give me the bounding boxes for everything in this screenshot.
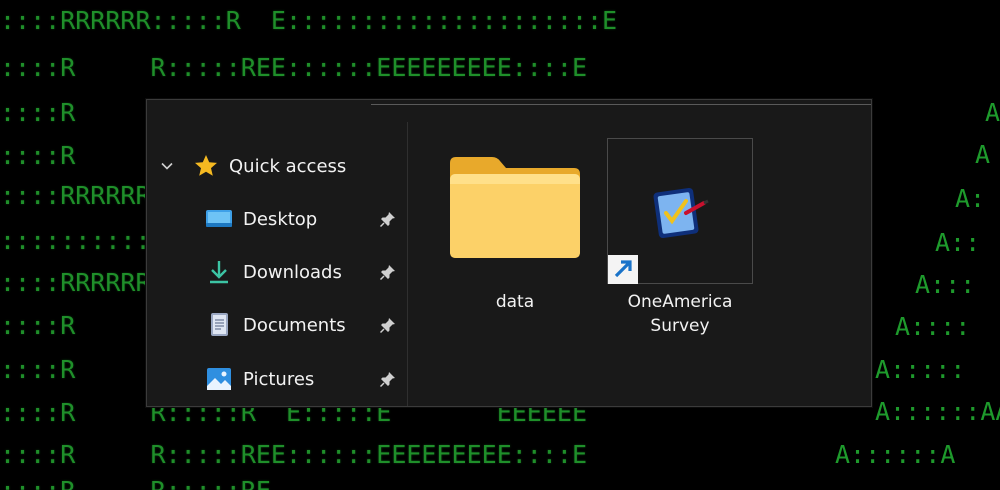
chevron-down-icon[interactable] — [159, 158, 175, 174]
file-explorer-window: Quick access Desktop Downloads Documents… — [146, 99, 872, 407]
matrix-row: ::::RRRRRR:::::R E:::::::::::::::::::::E — [0, 6, 618, 35]
matrix-row: ::::R R:::::REE::::::EEEEEEEEE::::E — [0, 440, 587, 469]
pin-icon[interactable] — [379, 263, 397, 281]
pin-icon[interactable] — [379, 316, 397, 334]
file-name: data — [495, 292, 535, 312]
nav-item-label: Desktop — [243, 208, 318, 230]
nav-item-downloads[interactable]: Downloads — [147, 252, 407, 292]
nav-quick-access-label: Quick access — [229, 155, 347, 177]
nav-item-label: Downloads — [243, 261, 342, 283]
document-icon — [205, 312, 231, 338]
matrix-right-row: A::::: — [875, 355, 966, 384]
nav-quick-access[interactable]: Quick access — [147, 146, 407, 186]
navigation-pane: Quick access Desktop Downloads Documents… — [147, 100, 407, 406]
pin-icon[interactable] — [379, 210, 397, 228]
survey-shortcut-icon — [607, 138, 753, 284]
download-arrow-icon — [205, 259, 231, 285]
matrix-row: ::::R R:::::RE — [0, 478, 271, 490]
nav-item-pictures[interactable]: Pictures — [147, 359, 407, 399]
matrix-right-row: A — [985, 98, 1000, 127]
matrix-right-row: A::: — [915, 270, 976, 299]
file-name-line: Survey — [650, 316, 710, 336]
file-item-oneamerica-survey[interactable]: OneAmerica Survey — [607, 138, 753, 338]
star-icon — [193, 153, 219, 179]
matrix-right-row: A:::: — [895, 312, 971, 341]
matrix-right-row: A — [975, 140, 991, 169]
nav-item-documents[interactable]: Documents — [147, 305, 407, 345]
pin-icon[interactable] — [379, 370, 397, 388]
nav-item-label: Documents — [243, 314, 346, 336]
matrix-right-row: A::::::AA — [875, 397, 1000, 426]
nav-item-desktop[interactable]: Desktop — [147, 199, 407, 239]
matrix-right-row: A::::::A — [835, 440, 956, 469]
file-list-area: data OneAmerica Survey — [408, 100, 871, 406]
matrix-row: ::::R R:::::REE::::::EEEEEEEEE::::E — [0, 53, 587, 82]
desktop-icon — [205, 206, 232, 232]
nav-item-label: Pictures — [243, 368, 315, 390]
matrix-right-row: A: — [955, 184, 986, 213]
folder-icon — [442, 138, 588, 284]
picture-icon — [205, 366, 231, 392]
file-name: OneAmerica Survey — [607, 290, 753, 338]
file-name-line: OneAmerica — [627, 292, 733, 312]
matrix-right-row: A:: — [935, 228, 981, 257]
file-item-data[interactable]: data — [442, 138, 588, 314]
